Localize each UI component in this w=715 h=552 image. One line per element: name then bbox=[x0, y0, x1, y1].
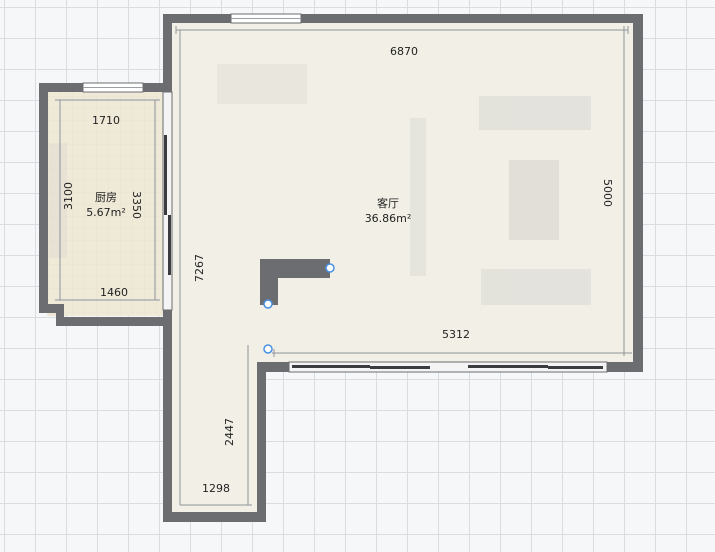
tv-cabinet-ghost bbox=[410, 118, 426, 276]
dim-kitchen-bottom[interactable]: 1460 bbox=[100, 286, 128, 299]
dim-kitchen-left[interactable]: 3100 bbox=[62, 182, 75, 210]
dim-living-left[interactable]: 7267 bbox=[193, 254, 206, 282]
wall-right bbox=[633, 14, 643, 372]
room-area-living: 36.86m² bbox=[365, 212, 412, 225]
room-area-kitchen: 5.67m² bbox=[86, 206, 126, 219]
wall-corridor-bottom bbox=[163, 512, 266, 522]
table-ghost bbox=[509, 160, 559, 240]
dim-corridor-right[interactable]: 2447 bbox=[223, 418, 236, 446]
room-name-living[interactable]: 客厅 bbox=[377, 196, 399, 210]
dim-living-top[interactable]: 6870 bbox=[390, 45, 418, 58]
dim-corridor-bottom[interactable]: 1298 bbox=[202, 482, 230, 495]
handle-point[interactable] bbox=[263, 299, 273, 309]
wall-corridor-right bbox=[257, 362, 266, 522]
handle-point[interactable] bbox=[325, 263, 335, 273]
floor-layer bbox=[47, 22, 634, 512]
handle-point[interactable] bbox=[263, 344, 273, 354]
room-name-kitchen[interactable]: 厨房 bbox=[95, 191, 117, 204]
wall-left-upper bbox=[163, 14, 172, 86]
sofa-ghost-2 bbox=[481, 269, 591, 305]
dim-living-right[interactable]: 5000 bbox=[601, 179, 614, 207]
dim-kitchen-right[interactable]: 3350 bbox=[130, 191, 143, 219]
dim-living-bottom[interactable]: 5312 bbox=[442, 328, 470, 341]
wall-partition-low bbox=[163, 310, 172, 316]
dim-kitchen-top[interactable]: 1710 bbox=[92, 114, 120, 127]
wall-partition bbox=[163, 86, 172, 92]
wall-kitchen-left bbox=[39, 83, 48, 313]
floor-plan: 厨房 5.67m² 客厅 36.86m² 6870 5000 5312 7267… bbox=[39, 13, 643, 522]
wall-left-lower bbox=[163, 315, 172, 522]
wall-kitchen-bottom bbox=[56, 317, 172, 326]
sofa-ghost bbox=[479, 96, 591, 130]
dining-set-ghost bbox=[217, 64, 307, 104]
